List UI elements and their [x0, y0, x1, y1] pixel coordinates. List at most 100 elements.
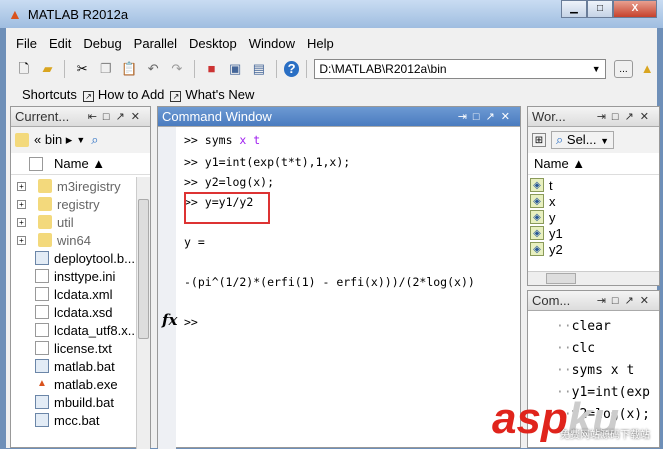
file-item[interactable]: + registry — [11, 195, 150, 213]
current-folder-path: D:\MATLAB\R2012a\bin — [319, 62, 447, 76]
cut-icon[interactable]: ✂ — [72, 60, 92, 78]
panel-controls[interactable]: ⇥□↗✕ — [597, 110, 659, 123]
output-value: -(pi^(1/2)*(erfi(1) - erfi(x)))/(2*log(x… — [184, 275, 475, 289]
menu-bar: File Edit Debug Parallel Desktop Window … — [6, 32, 340, 54]
bat-file-icon — [35, 359, 49, 373]
file-name: mcc.bat — [54, 412, 100, 428]
history-item[interactable]: ·· syms x t — [556, 359, 659, 381]
redo-icon[interactable]: ↷ — [167, 60, 187, 78]
panel-controls[interactable]: ⇥□↗✕ — [458, 110, 520, 123]
chevron-down-icon[interactable]: ▼ — [592, 60, 601, 78]
file-item[interactable]: deploytool.b... — [11, 249, 150, 267]
minimize-button[interactable]: ▁ — [561, 0, 587, 18]
file-item[interactable]: mbuild.bat — [11, 393, 150, 411]
breadcrumb[interactable]: « bin ▸ — [34, 132, 72, 148]
file-name: license.txt — [54, 340, 112, 356]
select-data-button[interactable]: ⌕ Sel... ▼ — [551, 131, 615, 149]
new-file-icon[interactable]: 🗋 — [14, 60, 34, 78]
file-item[interactable]: lcdata.xsd — [11, 303, 150, 321]
new-variable-icon[interactable]: ⊞ — [532, 133, 546, 147]
column-header[interactable]: Name ▲ — [11, 153, 150, 175]
menu-desktop[interactable]: Desktop — [183, 36, 243, 51]
current-folder-panel: Current... ⇤□↗✕ « bin ▸ ▼ ⌕ Name ▲ + m3ire… — [10, 106, 151, 449]
file-item[interactable]: + m3iregistry — [11, 177, 150, 195]
folder-icon — [15, 133, 29, 147]
menu-parallel[interactable]: Parallel — [128, 36, 183, 51]
paste-icon[interactable]: 📋 — [120, 60, 140, 78]
output-label: y = — [184, 235, 205, 249]
up-folder-icon[interactable]: ▲ — [637, 60, 657, 78]
column-header[interactable]: Name ▲ — [528, 153, 659, 175]
file-name: registry — [57, 196, 100, 212]
file-name: lcdata.xml — [54, 286, 113, 302]
matlab-logo-icon: ▲ — [8, 6, 22, 22]
shortcut-whats-new[interactable]: ↗ What's New — [170, 87, 254, 102]
file-file-icon — [35, 323, 49, 337]
command-line: >> y1=int(exp(t*t),1,x); — [184, 155, 351, 169]
exe-file-icon: ▲ — [35, 377, 49, 391]
command-output[interactable]: >> syms x t >> y1=int(exp(t*t),1,x); >> … — [158, 127, 520, 449]
fx-icon[interactable]: fx — [162, 311, 177, 329]
panel-controls[interactable]: ⇥□↗✕ — [597, 294, 659, 307]
variable-item[interactable]: ◈ x — [530, 193, 659, 209]
copy-icon[interactable]: ❐ — [96, 60, 116, 78]
file-name: deploytool.b... — [54, 250, 135, 266]
horizontal-scrollbar[interactable] — [528, 271, 659, 285]
file-item[interactable]: lcdata.xml — [11, 285, 150, 303]
shortcut-icon: ↗ — [170, 90, 182, 102]
expand-icon[interactable]: + — [17, 217, 26, 227]
symbolic-variable-icon: ◈ — [530, 226, 544, 240]
file-item[interactable]: license.txt — [11, 339, 150, 357]
simulink-icon[interactable]: ■ — [202, 60, 222, 78]
menu-file[interactable]: File — [10, 36, 43, 51]
variable-item[interactable]: ◈ y2 — [530, 241, 659, 257]
command-line: >> y2=log(x); — [184, 175, 275, 189]
workspace-panel: Wor... ⇥□↗✕ ⊞ ⌕ Sel... ▼ Name ▲ ◈ t ◈ x ◈ y ◈ y1… — [527, 106, 660, 286]
help-icon[interactable]: ? — [283, 61, 300, 77]
file-item[interactable]: + util — [11, 213, 150, 231]
profiler-icon[interactable]: ▤ — [249, 60, 269, 78]
guide-icon[interactable]: ▣ — [225, 60, 245, 78]
search-icon[interactable]: ⌕ — [91, 132, 98, 148]
history-command: clear — [571, 318, 611, 334]
menu-window[interactable]: Window — [243, 36, 301, 51]
expand-icon[interactable]: + — [17, 199, 26, 209]
symbolic-variable-icon: ◈ — [530, 210, 544, 224]
file-item[interactable]: ▲ matlab.exe — [11, 375, 150, 393]
select-label: Sel... — [566, 132, 597, 147]
variable-item[interactable]: ◈ y1 — [530, 225, 659, 241]
file-item[interactable]: + win64 — [11, 231, 150, 249]
menu-edit[interactable]: Edit — [43, 36, 77, 51]
chevron-down-icon[interactable]: ▼ — [76, 135, 85, 145]
variable-item[interactable]: ◈ y — [530, 209, 659, 225]
input-prompt[interactable]: >> — [184, 315, 198, 329]
txt-file-icon — [35, 341, 49, 355]
command-window: Command Window ⇥□↗✕ >> syms x t >> y1=int… — [157, 106, 521, 449]
shortcuts-label[interactable]: Shortcuts — [22, 87, 77, 102]
undo-icon[interactable]: ↶ — [143, 60, 163, 78]
file-name: matlab.exe — [54, 376, 118, 392]
file-item[interactable]: mcc.bat — [11, 411, 150, 429]
file-item[interactable]: insttype.ini — [11, 267, 150, 285]
variable-item[interactable]: ◈ t — [530, 177, 659, 193]
maximize-button[interactable]: □ — [587, 0, 613, 18]
current-folder-input[interactable]: D:\MATLAB\R2012a\bin ▼ — [314, 59, 606, 79]
menu-debug[interactable]: Debug — [77, 36, 127, 51]
shortcut-label: What's New — [185, 86, 255, 102]
shortcut-how-to-add[interactable]: ↗ How to Add — [82, 87, 164, 102]
history-item[interactable]: ·· clear — [556, 315, 659, 337]
expand-icon[interactable]: + — [17, 235, 26, 245]
panel-controls[interactable]: ⇤□↗✕ — [88, 110, 150, 123]
browse-folder-button[interactable]: ... — [613, 60, 634, 78]
file-name: lcdata.xsd — [54, 304, 113, 320]
file-item[interactable]: matlab.bat — [11, 357, 150, 375]
expand-icon[interactable]: + — [17, 181, 26, 191]
history-item[interactable]: ·· clc — [556, 337, 659, 359]
menu-help[interactable]: Help — [301, 36, 340, 51]
open-folder-icon[interactable]: ▰ — [38, 60, 58, 78]
file-item[interactable]: lcdata_utf8.x... — [11, 321, 150, 339]
history-command: syms x t — [571, 362, 635, 378]
close-button[interactable]: X — [613, 0, 657, 18]
folder-icon — [38, 233, 52, 247]
scrollbar[interactable] — [136, 177, 150, 449]
